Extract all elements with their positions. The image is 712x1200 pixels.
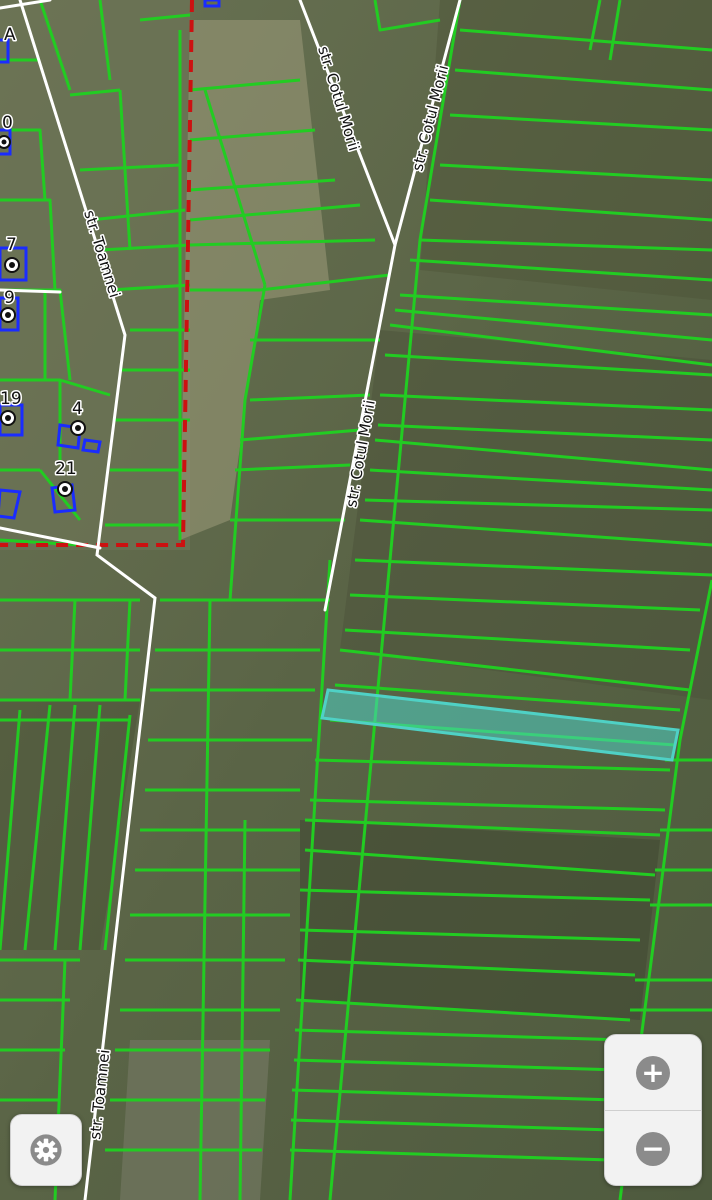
cadastral-map[interactable]: A 0 7 9 19 4 21 str. Toamnei str. Toamne…: [0, 0, 712, 1200]
zoom-out-button[interactable]: −: [605, 1110, 701, 1185]
dark-fields: [340, 330, 712, 700]
house-number-4: 4: [72, 399, 83, 419]
zoom-in-button[interactable]: +: [605, 1035, 701, 1110]
gear-icon: [30, 1134, 62, 1166]
bottom-settlement: [120, 1040, 270, 1200]
village-area: [0, 0, 190, 550]
house-number-7: 7: [6, 235, 17, 255]
zoom-control: + −: [604, 1034, 702, 1186]
house-number-21: 21: [55, 459, 77, 479]
house-number-0: 0: [2, 113, 13, 133]
lower-dark-fields: [300, 820, 660, 1020]
settings-button[interactable]: [10, 1114, 82, 1186]
house-number-9: 9: [4, 288, 15, 308]
plus-icon: +: [636, 1055, 670, 1090]
minus-icon: −: [636, 1131, 670, 1166]
house-number-a: A: [4, 25, 16, 45]
right-dark-strip: [420, 0, 712, 300]
house-number-19: 19: [0, 389, 22, 409]
